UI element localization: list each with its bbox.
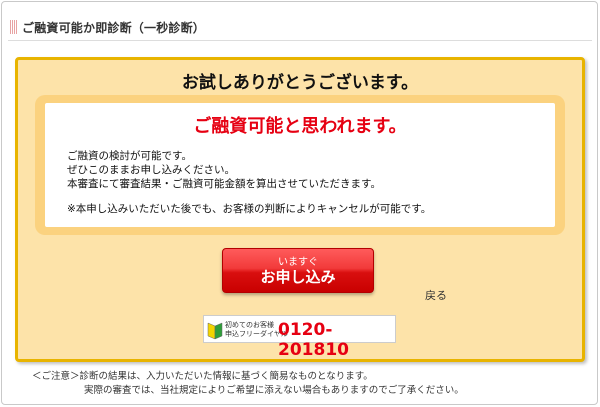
result-heading: ご融資可能と思われます。 [193, 116, 407, 137]
beginner-mark-icon [207, 322, 223, 340]
result-message-area: ご融資可能と思われます。 ご融資の検討が可能です。 ぜひこのままお申し込みくださ… [45, 103, 555, 227]
header-divider [8, 40, 592, 41]
phone-note-line1: 初めてのお客様 [225, 321, 274, 329]
cancel-note: ※本申し込みいただいた後でも、お客様の判断によりキャンセルが可能です。 [67, 203, 432, 215]
phone-number: 0120-201810 [278, 320, 349, 360]
result-box: ご融資可能と思われます。 ご融資の検討が可能です。 ぜひこのままお申し込みくださ… [35, 95, 565, 235]
section-header: ご融資可能か即診断（一秒診断） [10, 17, 205, 37]
thanks-heading: お試しありがとうございます。 [181, 73, 419, 93]
result-panel: お試しありがとうございます。 ご融資可能と思われます。 ご融資の検討が可能です。… [15, 57, 585, 362]
header-stripe-icon [10, 20, 18, 34]
phone-banner[interactable]: 初めてのお客様 申込フリーダイヤル 0120-201810 [203, 315, 396, 360]
page-title: ご融資可能か即診断（一秒診断） [22, 20, 206, 35]
disclaimer-note: ＜ご注意＞診断の結果は、入力いただいた情報に基づく簡易なものとなります。 [32, 371, 373, 382]
disclaimer-note: 実際の審査では、当社規定によりご希望に添えない場合もありますのでご了承ください。 [84, 385, 464, 396]
result-message: ご融資の検討が可能です。 [67, 150, 192, 162]
apply-now-label: お申し込み [260, 268, 336, 286]
apply-now-button[interactable]: いますぐ お申し込み [222, 248, 374, 293]
result-message: ぜひこのままお申し込みください。 [67, 164, 235, 176]
result-message: 本審査にて審査結果・ご融資可能金額を算出させていただきます。 [67, 178, 381, 190]
back-link[interactable]: 戻る [425, 287, 447, 303]
